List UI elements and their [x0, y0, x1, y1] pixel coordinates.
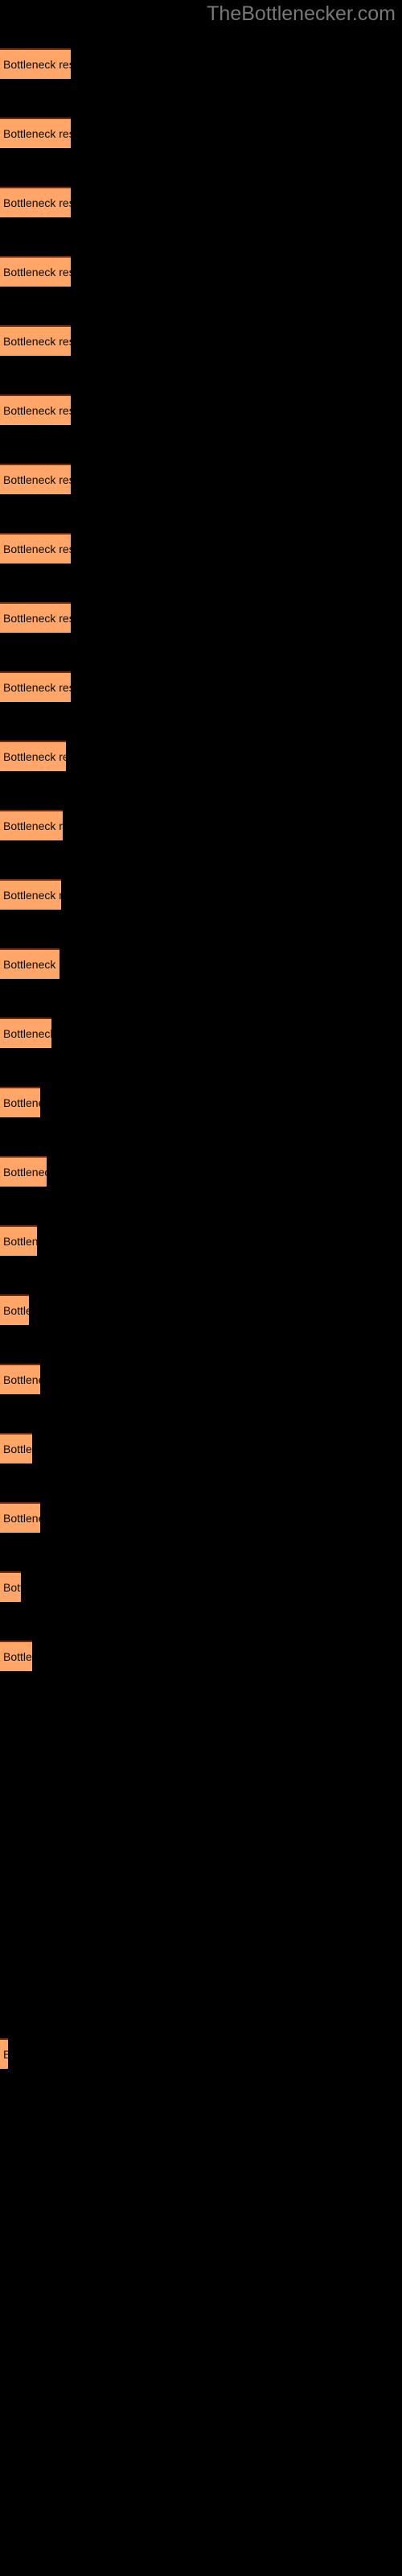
bar-rect[interactable]: Bottleneck result	[0, 464, 71, 494]
bar-label: Bottleneck result	[3, 58, 71, 71]
bar-label: Bottleneck result	[3, 612, 71, 625]
bar-row: Bottleneck result	[0, 810, 63, 840]
bar-label: Bottleneck result	[3, 473, 71, 486]
bar-rect[interactable]: Bottleneck result	[0, 1087, 40, 1117]
bar-label: Bottleneck result	[3, 1304, 29, 1317]
bar-label: Bottleneck result	[3, 1443, 32, 1455]
bar-rect[interactable]: Bottleneck result	[0, 1294, 29, 1325]
bar-rect[interactable]: Bottleneck result	[0, 1156, 47, 1187]
bar-row: Bottleneck result	[0, 1087, 40, 1117]
bar-label: Bottleneck result	[3, 889, 61, 902]
bar-rect[interactable]: Bottleneck result	[0, 118, 71, 148]
bar-label: Bottleneck result	[3, 1581, 21, 1594]
bar-row: Bottleneck result	[0, 671, 71, 702]
bar-label: Bottleneck result	[3, 266, 71, 279]
bar-label: Bottleneck result	[3, 1166, 47, 1179]
bottleneck-bar-chart: TheBottlenecker.com Bottleneck result Bot…	[0, 0, 402, 2576]
bar-rect[interactable]: Bottleneck result	[0, 741, 66, 771]
bar-row: Bottleneck result	[0, 2038, 8, 2069]
bar-row: Bottleneck result	[0, 533, 71, 564]
bar-row: Bottleneck result	[0, 1294, 29, 1325]
bar-label: Bottleneck result	[3, 196, 71, 209]
bar-row: Bottleneck result	[0, 325, 71, 356]
bar-label: Bottleneck result	[3, 1235, 37, 1248]
bar-label: Bottleneck result	[3, 681, 71, 694]
bar-rect[interactable]: Bottleneck result	[0, 879, 61, 910]
bar-label: Bottleneck result	[3, 819, 63, 832]
bar-rect[interactable]: Bottleneck result	[0, 187, 71, 217]
bar-label: Bottleneck result	[3, 1096, 40, 1109]
bar-label: Bottleneck result	[3, 335, 71, 348]
bar-rect[interactable]: Bottleneck result	[0, 394, 71, 425]
bar-row: Bottleneck result	[0, 1641, 32, 1671]
bar-rect[interactable]: Bottleneck result	[0, 1571, 21, 1602]
bar-rect[interactable]: Bottleneck result	[0, 1433, 32, 1463]
bar-rect[interactable]: Bottleneck result	[0, 810, 63, 840]
bar-label: Bottleneck result	[3, 1373, 40, 1386]
bar-row: Bottleneck result	[0, 118, 71, 148]
bar-rect[interactable]: Bottleneck result	[0, 671, 71, 702]
bar-rect[interactable]: Bottleneck result	[0, 48, 71, 79]
bar-row: Bottleneck result	[0, 1502, 40, 1533]
bar-label: Bottleneck result	[3, 1650, 32, 1663]
bar-rect[interactable]: Bottleneck result	[0, 1502, 40, 1533]
site-watermark-title: TheBottlenecker.com	[207, 2, 396, 25]
bar-row: Bottleneck result	[0, 1433, 32, 1463]
bar-label: Bottleneck result	[3, 958, 59, 971]
bar-label: Bottleneck result	[3, 127, 71, 140]
bar-rect[interactable]: Bottleneck result	[0, 1018, 51, 1048]
bar-label: Bottleneck result	[3, 750, 66, 763]
bar-label: Bottleneck result	[3, 404, 71, 417]
bar-label: Bottleneck result	[3, 2047, 8, 2062]
bar-rect[interactable]: Bottleneck result	[0, 2038, 8, 2069]
bar-row: Bottleneck result	[0, 48, 71, 79]
bar-row: Bottleneck result	[0, 948, 59, 979]
bar-rect[interactable]: Bottleneck result	[0, 1641, 32, 1671]
bar-row: Bottleneck result	[0, 741, 66, 771]
bar-row: Bottleneck result	[0, 256, 71, 287]
bar-rect[interactable]: Bottleneck result	[0, 1364, 40, 1394]
bar-row: Bottleneck result	[0, 1156, 47, 1187]
bar-rect[interactable]: Bottleneck result	[0, 602, 71, 633]
bar-label: Bottleneck result	[3, 1512, 40, 1525]
bar-rect[interactable]: Bottleneck result	[0, 1225, 37, 1256]
bar-row: Bottleneck result	[0, 394, 71, 425]
bar-row: Bottleneck result	[0, 1225, 37, 1256]
bar-row: Bottleneck result	[0, 187, 71, 217]
bar-row: Bottleneck result	[0, 1571, 21, 1602]
bar-label: Bottleneck result	[3, 543, 71, 555]
bar-row: Bottleneck result	[0, 464, 71, 494]
bar-rect[interactable]: Bottleneck result	[0, 325, 71, 356]
bar-rect[interactable]: Bottleneck result	[0, 256, 71, 287]
bar-label: Bottleneck result	[3, 1027, 51, 1040]
bar-rect[interactable]: Bottleneck result	[0, 533, 71, 564]
bar-row: Bottleneck result	[0, 1364, 40, 1394]
bar-row: Bottleneck result	[0, 1018, 51, 1048]
bar-row: Bottleneck result	[0, 602, 71, 633]
bar-rect[interactable]: Bottleneck result	[0, 948, 59, 979]
bar-row: Bottleneck result	[0, 879, 61, 910]
